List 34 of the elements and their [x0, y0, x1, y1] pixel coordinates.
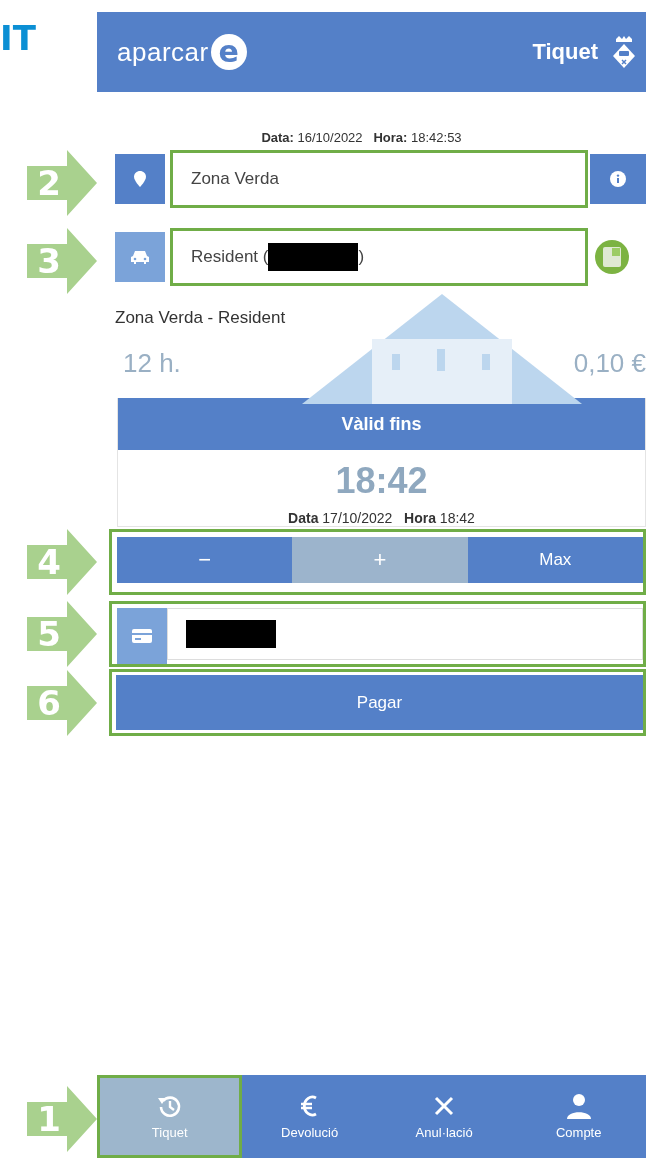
eco-label-icon	[594, 239, 630, 275]
car-icon	[115, 232, 165, 282]
vehicle-field[interactable]: Resident ( )	[170, 228, 588, 286]
logo-mark: e	[210, 34, 247, 70]
payment-field[interactable]	[167, 608, 643, 660]
heading-fragment: IT	[0, 18, 36, 58]
history-icon	[156, 1093, 183, 1119]
logo-text: aparcar	[117, 36, 209, 68]
person-icon	[565, 1093, 592, 1119]
nav-tab[interactable]: Tiquet	[97, 1075, 243, 1158]
crest-icon	[612, 35, 636, 69]
callout-number: 1	[36, 1100, 62, 1138]
callout-number: 3	[36, 242, 62, 280]
price-text: 0,10 €	[572, 348, 646, 379]
vehicle-text: )	[358, 247, 365, 267]
card-icon	[117, 608, 167, 664]
page-title: Tiquet	[532, 39, 598, 65]
valid-date-text: Data 17/10/2022 Hora 18:42	[287, 510, 476, 526]
max-button[interactable]: Max	[467, 537, 643, 583]
vehicle-text: Resident (	[191, 247, 269, 267]
stepper-button[interactable]: −	[117, 537, 293, 583]
zone-field[interactable]: Zona Verda	[170, 150, 588, 208]
location-pin-icon	[115, 154, 165, 204]
duration-text: 12 h.	[122, 348, 181, 379]
valid-time: 18:42	[334, 460, 429, 502]
info-icon[interactable]	[590, 154, 646, 204]
timestamp-text: Data: 16/10/2022 Hora: 18:42:53	[261, 130, 462, 145]
callout-number: 2	[36, 164, 62, 202]
pay-button[interactable]: Pagar	[116, 675, 643, 730]
callout-number: 4	[36, 543, 62, 581]
tariff-title: Zona Verda - Resident	[115, 308, 287, 328]
callout-number: 6	[36, 683, 62, 722]
valid-until-header: Vàlid fins	[118, 398, 645, 450]
callout-number: 5	[36, 615, 62, 653]
